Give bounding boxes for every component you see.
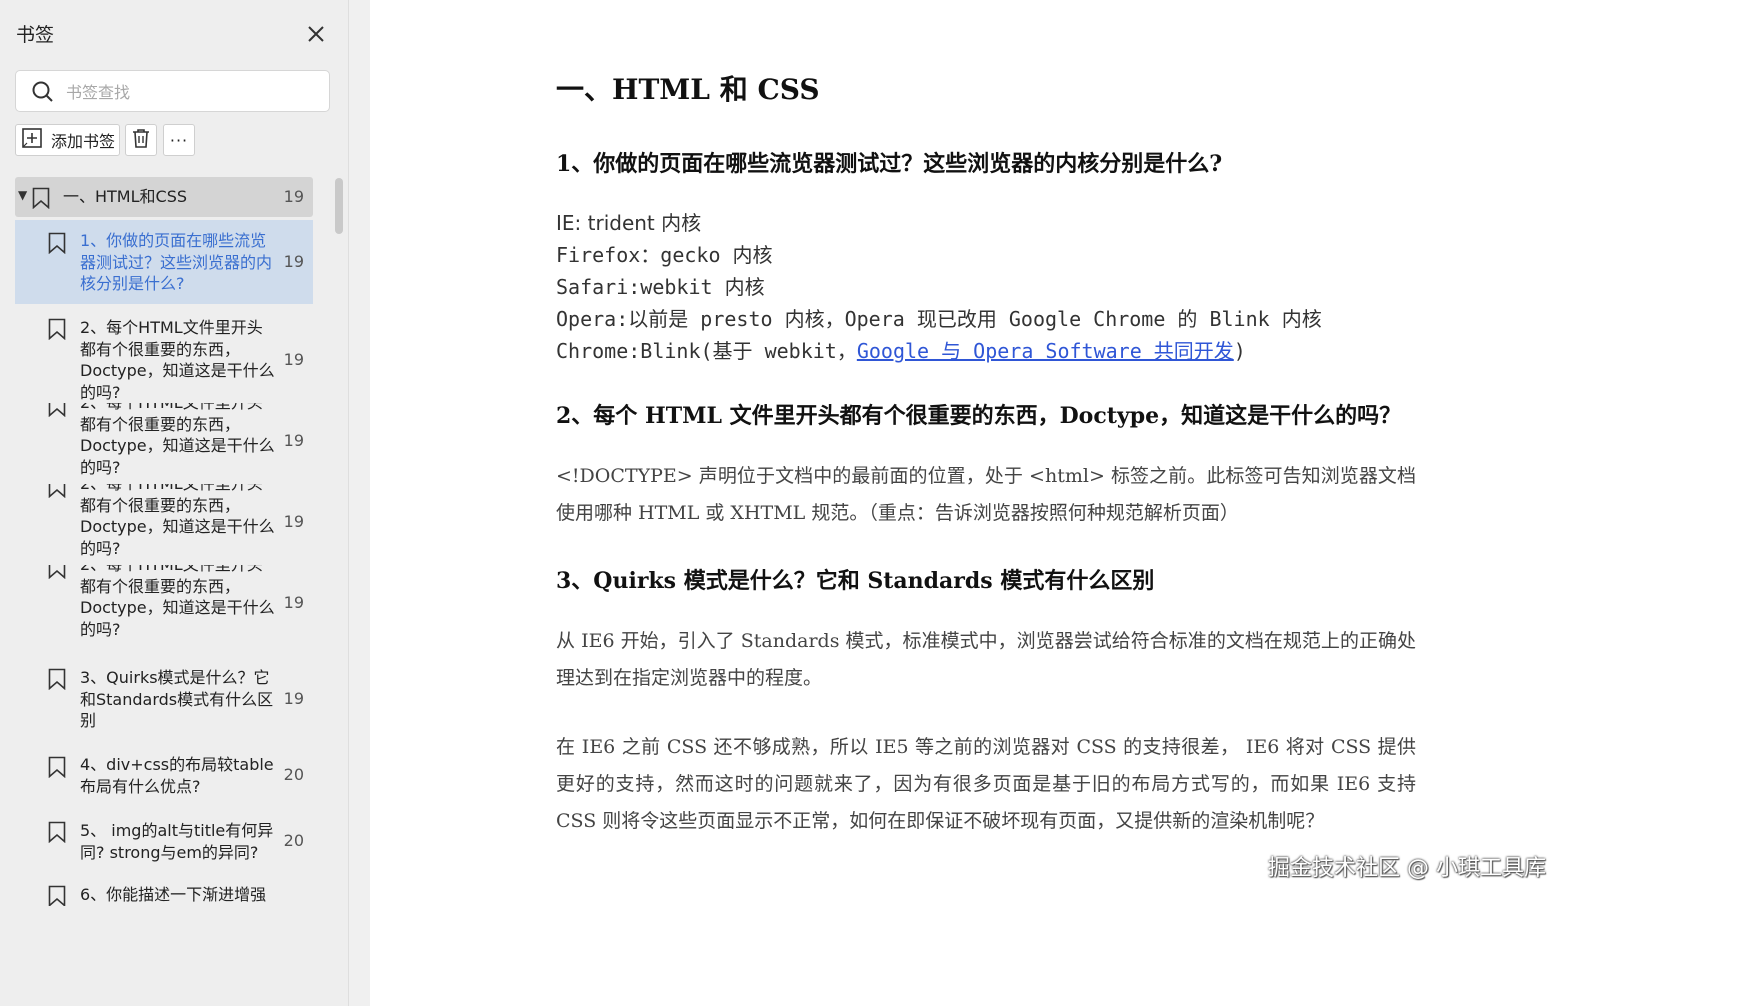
bookmark-label: 2、每个HTML文件里开头都有个很重要的东西，Doctype，知道这是干什么的吗… xyxy=(80,565,275,639)
bookmark-page: 19 xyxy=(283,689,304,708)
bookmark-icon xyxy=(48,668,66,694)
section-heading: 一、HTML 和 CSS xyxy=(556,73,820,106)
bookmark-item-q6[interactable]: 6、你能描述一下渐进增强 xyxy=(15,876,313,906)
engine-ie: IE: trident 内核 xyxy=(556,211,702,235)
answer-3-paragraph-1: 从 IE6 开始，引入了 Standards 模式，标准模式中，浏览器尝试给符合… xyxy=(556,630,1416,689)
sidebar-scrollbar[interactable] xyxy=(335,178,343,234)
engine-chrome: Chrome:Blink(基于 webkit，Google 与 Opera So… xyxy=(556,335,1246,364)
bookmark-label: 4、div+css的布局较table布局有什么优点? xyxy=(80,755,274,796)
bookmark-label: 一、HTML和CSS xyxy=(63,187,188,206)
bookmark-item-q1[interactable]: 1、你做的页面在哪些流览器测试过？这些浏览器的内核分别是什么? 19 xyxy=(15,220,313,304)
bookmark-icon xyxy=(48,821,66,847)
watermark: 掘金技术社区 @ 小琪工具库 xyxy=(1268,856,1546,881)
bookmark-item-q2[interactable]: 2、每个HTML文件里开头都有个很重要的东西，Doctype，知道这是干什么的吗… xyxy=(15,306,313,402)
answer-3-paragraph-2: 在 IE6 之前 CSS 还不够成熟，所以 IE5 等之前的浏览器对 CSS 的… xyxy=(556,736,1416,832)
question-2-heading: 2、每个 HTML 文件里开头都有个很重要的东西，Doctype，知道这是干什么… xyxy=(556,403,1402,429)
bookmark-item-q2-dup[interactable]: 2、每个HTML文件里开头都有个很重要的东西，Doctype，知道这是干什么的吗… xyxy=(15,403,313,483)
bookmark-item-q4[interactable]: 4、div+css的布局较table布局有什么优点? 20 xyxy=(15,744,313,804)
question-3-heading: 3、Quirks 模式是什么？它和 Standards 模式有什么区别 xyxy=(556,568,1155,594)
bookmark-icon xyxy=(48,484,66,502)
bookmark-item-html-css[interactable]: ▼ 一、HTML和CSS 19 xyxy=(15,177,313,217)
engine-safari: Safari:webkit 内核 xyxy=(556,275,765,299)
bookmark-icon xyxy=(32,187,50,213)
collapse-triangle-icon[interactable]: ▼ xyxy=(18,188,27,202)
bookmark-label: 5、 img的alt与title有何异同? strong与em的异同? xyxy=(80,821,274,862)
bookmark-icon xyxy=(48,885,66,906)
bookmark-item-q5[interactable]: 5、 img的alt与title有何异同? strong与em的异同? 20 xyxy=(15,810,313,870)
bookmark-label: 1、你做的页面在哪些流览器测试过？这些浏览器的内核分别是什么? xyxy=(80,231,273,293)
bookmark-label: 2、每个HTML文件里开头都有个很重要的东西，Doctype，知道这是干什么的吗… xyxy=(80,318,275,402)
engine-opera: Opera:以前是 presto 内核，Opera 现已改用 Google Ch… xyxy=(556,307,1322,331)
bookmark-page: 19 xyxy=(283,187,304,206)
answer-2-paragraph: <!DOCTYPE> 声明位于文档中的最前面的位置，处于 <html> 标签之前… xyxy=(556,465,1416,524)
bookmark-page: 20 xyxy=(283,765,304,784)
bookmark-icon xyxy=(48,403,66,421)
engine-firefox: Firefox：gecko 内核 xyxy=(556,243,773,267)
bookmark-page: 19 xyxy=(283,593,304,612)
bookmark-page: 19 xyxy=(283,512,304,531)
bookmark-icon xyxy=(48,565,66,583)
bookmark-page: 19 xyxy=(283,252,304,271)
bookmark-item-q2-dup[interactable]: 2、每个HTML文件里开头都有个很重要的东西，Doctype，知道这是干什么的吗… xyxy=(15,484,313,564)
bookmark-page: 19 xyxy=(283,431,304,450)
bookmark-label: 2、每个HTML文件里开头都有个很重要的东西，Doctype，知道这是干什么的吗… xyxy=(80,403,275,477)
bookmark-list: ▼ 一、HTML和CSS 19 1、你做的页面在哪些流览器测试过？这些浏览器的内… xyxy=(0,0,348,1006)
bookmark-icon xyxy=(48,318,66,344)
bookmark-sidebar: 书签 添加书签 ··· ▼ 一、HTML和CSS 19 xyxy=(0,0,348,1006)
bookmark-page: 20 xyxy=(283,831,304,850)
bookmark-page: 19 xyxy=(283,350,304,369)
bookmark-item-q2-dup[interactable]: 2、每个HTML文件里开头都有个很重要的东西，Doctype，知道这是干什么的吗… xyxy=(15,565,313,647)
bookmark-item-q3[interactable]: 3、Quirks模式是什么？它和Standards模式有什么区别 19 xyxy=(15,656,313,736)
bookmark-label: 6、你能描述一下渐进增强 xyxy=(80,885,267,904)
bookmark-label: 2、每个HTML文件里开头都有个很重要的东西，Doctype，知道这是干什么的吗… xyxy=(80,484,275,558)
google-opera-link[interactable]: Google 与 Opera Software 共同开发 xyxy=(857,339,1234,363)
engine-chrome-suffix: ) xyxy=(1233,339,1246,363)
bookmark-icon xyxy=(48,756,66,782)
engine-chrome-text: Chrome:Blink(基于 webkit， xyxy=(556,339,857,363)
bookmark-label: 3、Quirks模式是什么？它和Standards模式有什么区别 xyxy=(80,668,274,730)
panel-divider[interactable] xyxy=(348,0,370,1006)
bookmark-icon xyxy=(48,232,66,258)
question-1-heading: 1、你做的页面在哪些流览器测试过？这些浏览器的内核分别是什么? xyxy=(556,151,1223,177)
